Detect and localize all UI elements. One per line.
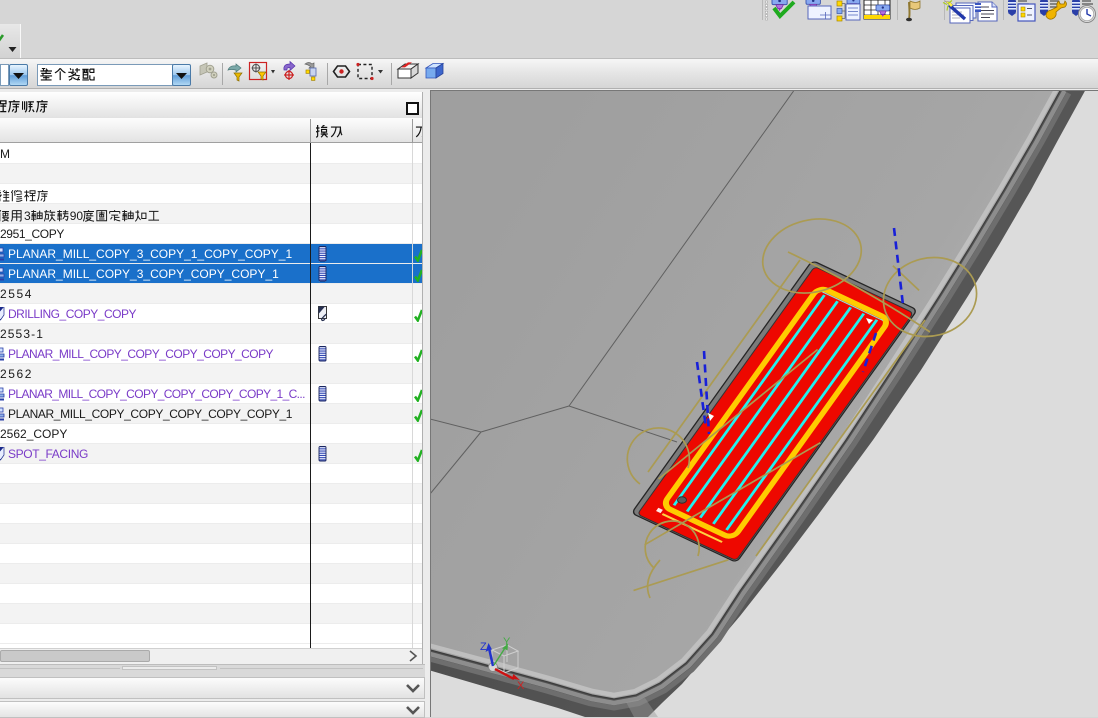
svg-text:Z: Z (480, 641, 487, 653)
svg-text:X: X (517, 680, 525, 692)
svg-text:Y: Y (503, 636, 511, 648)
